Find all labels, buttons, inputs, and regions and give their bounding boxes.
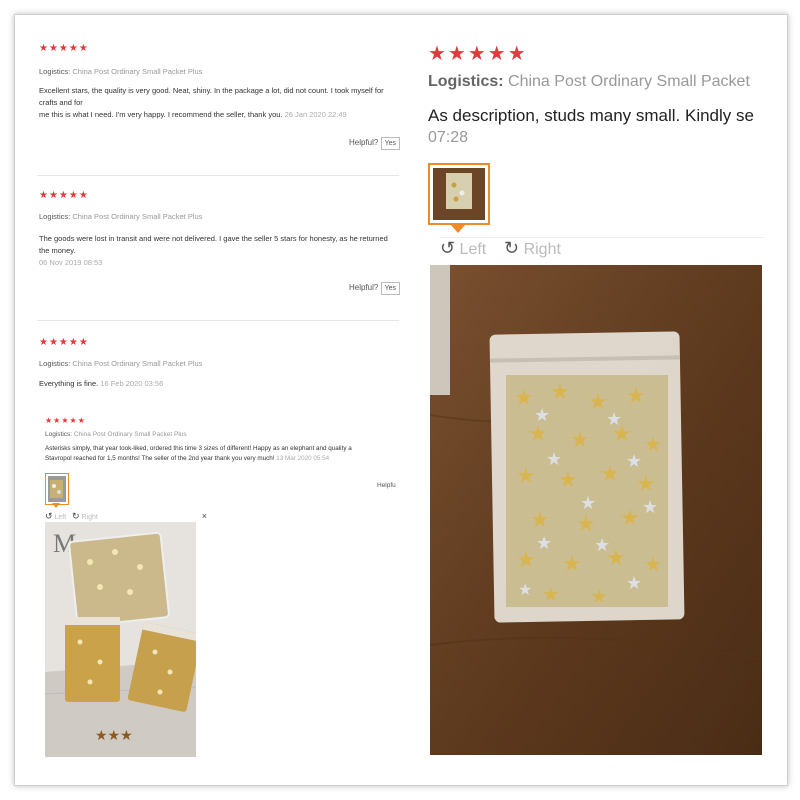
svg-text:★: ★ — [550, 379, 570, 404]
review-text-line: Asterisks simply, that year took-liked, … — [45, 445, 352, 452]
rotate-left-label[interactable]: Left — [55, 514, 67, 521]
logistics-value: China Post Ordinary Small Packet Plus — [73, 431, 187, 438]
helpful-yes-button[interactable]: Yes — [380, 137, 401, 150]
review-right-time: 07:28 — [428, 129, 469, 146]
review-4-helpful-label: Helpfu — [377, 482, 396, 489]
thumbnail-image — [48, 476, 66, 502]
helpful-label: Helpful? — [349, 138, 379, 147]
logistics-value: China Post Ordinary Small Packet Plus — [72, 359, 203, 368]
svg-text:★: ★ — [626, 383, 646, 408]
svg-text:★: ★ — [644, 434, 662, 456]
logistics-label: Logistics: — [39, 359, 71, 368]
review-text-line: Excellent stars, the quality is very goo… — [39, 86, 384, 107]
svg-text:★: ★ — [562, 551, 582, 576]
review-4-text: Asterisks simply, that year took-liked, … — [45, 444, 399, 464]
svg-text:★: ★ — [516, 547, 536, 572]
review-1-helpful: Helpful? Yes — [349, 137, 401, 150]
svg-text:★: ★ — [558, 467, 578, 492]
logistics-value: China Post Ordinary Small Packet Plus — [72, 212, 203, 221]
review-4-stars: ★★★★★ — [45, 416, 86, 425]
svg-text:★: ★ — [576, 511, 596, 536]
review-1-stars: ★★★★★ — [39, 43, 89, 54]
review-4-photo: M ★★★ — [45, 522, 196, 757]
svg-text:★: ★ — [594, 535, 610, 555]
review-divider — [37, 175, 399, 176]
svg-text:★: ★ — [626, 451, 642, 471]
svg-text:★: ★ — [546, 449, 562, 469]
logistics-label: Logistics: — [45, 431, 73, 438]
rotate-left-icon[interactable]: ↺ — [45, 511, 53, 521]
svg-text:★: ★ — [530, 507, 550, 532]
review-text-line: me this is what I need. I'm very happy. … — [39, 110, 283, 119]
helpful-yes-button[interactable]: Yes — [380, 282, 401, 295]
review-4-logistics: Logistics: China Post Ordinary Small Pac… — [45, 431, 187, 438]
svg-text:★: ★ — [570, 427, 590, 452]
svg-text:★★★: ★★★ — [95, 727, 133, 743]
review-3-text: Everything is fine. 16 Feb 2020 03:56 — [39, 378, 163, 390]
review-text-line: Everything is fine. — [39, 379, 99, 388]
review-2-text: The goods were lost in transit and were … — [39, 233, 399, 269]
svg-text:★: ★ — [514, 385, 534, 410]
photo-star-studs-bag: ★ ★ ★ ★ ★ ★ ★ ★ ★ ★ ★ ★ ★ ★ ★★ ★ ★ ★★ ★ ★ ★ ★ ★ ★ ★… — [430, 265, 762, 755]
logistics-label: Logistics: — [428, 73, 504, 90]
review-right-text: As description, studs many small. Kindly… — [428, 106, 754, 125]
svg-text:★: ★ — [588, 389, 608, 414]
review-3-stars: ★★★★★ — [39, 337, 89, 348]
logistics-label: Logistics: — [39, 212, 71, 221]
review-text-line: Stavropol reached for 1,5 months! The se… — [45, 455, 275, 462]
review-3-logistics: Logistics: China Post Ordinary Small Pac… — [39, 359, 202, 368]
review-date: 13 Mar 2020 05:54 — [276, 455, 330, 462]
helpful-label: Helpful? — [349, 283, 379, 292]
thumbnail-pointer — [451, 225, 465, 233]
svg-text:★: ★ — [620, 505, 640, 530]
review-date: 16 Feb 2020 03:56 — [100, 379, 164, 388]
review-right-thumbnail[interactable] — [428, 163, 490, 225]
rotate-right-icon[interactable]: ↻ — [72, 511, 80, 521]
review-text-line: The goods were lost in transit and were … — [39, 234, 388, 255]
review-date: 06 Nov 2019 08:53 — [39, 258, 103, 267]
rotate-right-label[interactable]: Right — [82, 514, 98, 521]
rotate-right-icon[interactable]: ↻ — [504, 238, 519, 258]
svg-text:★: ★ — [644, 554, 662, 576]
photo-star-studs-packets: M ★★★ — [45, 522, 196, 757]
review-1-logistics: Logistics: China Post Ordinary Small Pac… — [39, 67, 202, 76]
review-right-rotate-bar: ↺ Left ↻ Right — [440, 237, 765, 264]
svg-text:★: ★ — [636, 471, 656, 496]
svg-text:★: ★ — [606, 409, 622, 429]
review-divider — [37, 320, 399, 321]
svg-text:★: ★ — [542, 584, 560, 606]
review-right-logistics: Logistics: China Post Ordinary Small Pac… — [428, 73, 763, 91]
thumbnail-pointer — [52, 503, 60, 508]
svg-text:★: ★ — [518, 582, 532, 599]
logistics-value: China Post Ordinary Small Packet — [508, 73, 750, 90]
review-2-logistics: Logistics: China Post Ordinary Small Pac… — [39, 212, 202, 221]
review-2-helpful: Helpful? Yes — [349, 282, 401, 295]
thumbnail-image — [433, 168, 485, 220]
svg-text:★: ★ — [580, 493, 596, 513]
review-date: 26 Jan 2020 22:49 — [284, 110, 347, 119]
svg-text:★: ★ — [642, 497, 658, 517]
review-right-photo: ★ ★ ★ ★ ★ ★ ★ ★ ★ ★ ★ ★ ★ ★ ★ ★ ★ ★ ★ ★ ★ ★ ★ ★ ★ ★ ★… — [430, 265, 762, 755]
svg-text:★: ★ — [534, 405, 550, 425]
svg-text:★: ★ — [590, 586, 608, 608]
logistics-value: China Post Ordinary Small Packet Plus — [72, 67, 203, 76]
review-4-thumbnail[interactable] — [45, 473, 69, 505]
rotate-right-label[interactable]: Right — [524, 241, 561, 258]
svg-text:★: ★ — [516, 463, 536, 488]
svg-text:★: ★ — [536, 533, 552, 553]
review-right-stars: ★★★★★ — [428, 43, 528, 65]
logistics-label: Logistics: — [39, 67, 71, 76]
rotate-left-icon[interactable]: ↺ — [440, 238, 455, 258]
close-icon[interactable]: × — [202, 511, 207, 521]
review-1-text: Excellent stars, the quality is very goo… — [39, 85, 399, 121]
review-2-stars: ★★★★★ — [39, 190, 89, 201]
svg-text:★: ★ — [626, 573, 642, 593]
svg-text:★: ★ — [600, 461, 620, 486]
screenshot-frame: ★★★★★ Logistics: China Post Ordinary Sma… — [14, 14, 788, 786]
rotate-left-label[interactable]: Left — [460, 241, 487, 258]
